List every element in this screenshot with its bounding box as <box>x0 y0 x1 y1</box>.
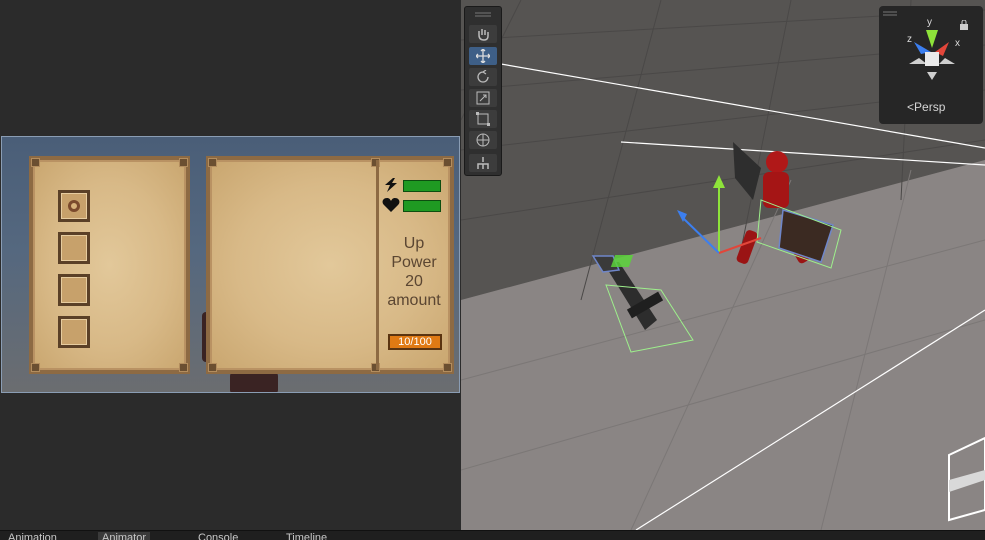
inventory-slot[interactable] <box>58 232 90 264</box>
hand-tool-button[interactable] <box>469 25 497 43</box>
panel-corner <box>443 363 452 372</box>
inventory-slot[interactable] <box>58 190 90 222</box>
transform-icon <box>476 133 490 147</box>
inventory-slot[interactable] <box>58 274 90 306</box>
scale-tool-button[interactable] <box>469 89 497 107</box>
custom-tool-icon <box>477 157 489 169</box>
panel-corner <box>208 158 217 167</box>
panel-corner <box>179 363 188 372</box>
rect-transform-icon <box>476 112 490 126</box>
health-bar <box>403 200 441 212</box>
character-silhouette <box>230 372 278 392</box>
rotate-tool-button[interactable] <box>469 68 497 86</box>
description-line: amount <box>387 292 441 309</box>
panel-corner <box>31 363 40 372</box>
panel-corner <box>443 158 452 167</box>
inventory-panel <box>29 156 190 374</box>
amount-counter: 10/100 <box>388 334 442 350</box>
description-line: 20 <box>405 273 423 290</box>
drag-handle-icon[interactable] <box>883 11 899 17</box>
game-viewport: Up Power 20 amount 10/100 <box>1 136 460 393</box>
lightning-icon <box>385 178 397 192</box>
orientation-gizmo[interactable]: y z x <Persp <box>879 6 983 124</box>
description-line: Power <box>391 254 437 271</box>
move-tool-button[interactable] <box>469 47 497 65</box>
ring-icon <box>68 200 80 212</box>
description-line: Up <box>403 235 425 252</box>
axis-gizmo-icon[interactable]: y z x <box>899 14 969 94</box>
scale-icon <box>476 91 490 105</box>
scene-view[interactable]: y z x <Persp <box>461 0 985 530</box>
gizmo-z-label: z <box>907 34 912 45</box>
heart-icon <box>382 198 400 212</box>
drag-handle-icon[interactable] <box>475 12 491 18</box>
panel-divider <box>376 160 379 370</box>
rect-tool-button[interactable] <box>469 110 497 128</box>
energy-bar <box>403 180 441 192</box>
panel-corner <box>31 158 40 167</box>
rotate-icon <box>477 70 489 83</box>
panel-corner <box>179 158 188 167</box>
panel-corner <box>208 363 217 372</box>
custom-tool-button[interactable] <box>469 154 497 172</box>
hand-icon <box>478 29 489 41</box>
chevron-left-icon: < <box>907 100 915 114</box>
game-view[interactable]: Up Power 20 amount 10/100 <box>0 0 461 530</box>
projection-toggle[interactable]: <Persp <box>907 100 945 114</box>
move-icon <box>476 49 490 63</box>
scene-toolbar <box>464 6 502 176</box>
gizmo-x-label: x <box>955 38 960 49</box>
transform-tool-button[interactable] <box>469 131 497 149</box>
projection-label: Persp <box>914 100 946 114</box>
item-detail-panel: Up Power 20 amount 10/100 <box>206 156 454 374</box>
inventory-slot[interactable] <box>58 316 90 348</box>
gizmo-y-label: y <box>927 17 932 28</box>
